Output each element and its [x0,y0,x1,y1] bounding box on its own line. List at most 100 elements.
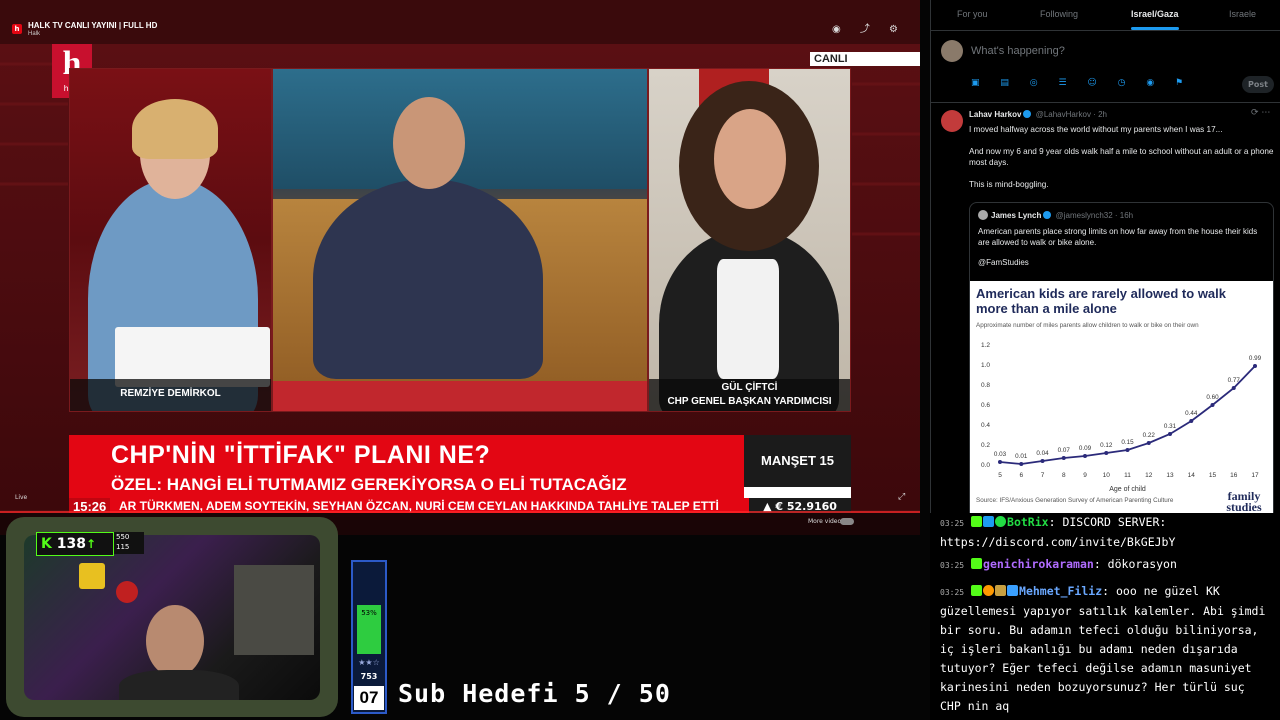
tweet-author-name[interactable]: Lahav Harkov [969,110,1021,119]
player-top-icons[interactable]: ◉ ⤴ ⚙ [832,20,906,35]
tweet-author-avatar[interactable] [941,110,963,132]
twitter-tabs: For you Following Israel/Gaza Israele [931,0,1280,31]
host-name-tag: REMZİYE DEMİRKOL [70,379,271,411]
guest-name: GÜL ÇİFTCİ [721,382,778,393]
data-label: 0.44 [1185,410,1198,417]
tweet-header: Lahav Harkov @LahavHarkov · 2h [969,110,1107,119]
meter-percent: 53% [361,609,377,617]
tab-israele[interactable]: Israele [1229,9,1256,19]
speaker-video-panel [272,68,648,412]
chart-title: American kids are rarely allowed to walk… [976,286,1227,316]
data-label: 0.07 [1058,447,1071,454]
chat-text: dökorasyon [1107,557,1177,571]
twitter-panel: For you Following Israel/Gaza Israele Wh… [930,0,1280,524]
live-indicator[interactable]: Live [15,494,27,501]
quote-author-avatar [978,210,988,220]
chat-message: 03:25 BotRix: DISCORD SERVER: https://di… [940,515,1176,549]
meter-count: 753 [360,672,378,681]
meter-number: 07 [354,686,384,710]
tweet-text: I moved halfway across the world without… [969,124,1274,201]
verified-badge-icon [995,516,1007,527]
y-tick-label: 0.8 [981,382,990,389]
chat-username[interactable]: BotRix [1007,515,1049,529]
channel-logo[interactable]: h [12,24,22,34]
x-axis-label: Age of child [1109,486,1146,493]
quote-line: American parents place strong limits on … [978,227,1258,247]
video-player[interactable]: h HALK TV CANLI YAYINI | FULL HD Halk ◉ … [0,0,920,535]
guest-head [714,109,786,209]
kick-badge-icon [971,516,983,527]
data-label: 0.01 [1015,453,1028,460]
tweet-line: I moved halfway across the world without… [969,125,1223,134]
host-desk-laptop [115,327,270,387]
guest-shirt [717,259,779,379]
host-hair [132,99,218,159]
guest-title: CHP GENEL BAŞKAN YARDIMCISI [667,396,832,407]
quote-text: American parents place strong limits on … [978,226,1263,277]
tweet-line: And now my 6 and 9 year olds walk half a… [969,147,1274,167]
chat-timestamp: 03:25 [940,561,965,570]
data-point [1189,419,1194,423]
chat-text: ooo ne güzel KK güzellemesi yapıyor satı… [940,584,1266,713]
headline-text: CHP'NİN "İTTİFAK" PLANI NE? [111,441,491,469]
star-icons: ★★☆ [358,658,380,667]
y-tick-label: 0.2 [981,442,990,449]
kick-badge-icon [971,585,983,596]
channel-name[interactable]: Halk [28,31,40,37]
chart-image[interactable]: American kids are rarely allowed to walk… [970,281,1273,523]
data-label: 0.09 [1079,445,1092,452]
divider [931,102,1280,103]
chat-message: 03:25 Mehmet_Filiz: ooo ne güzel KK güze… [940,584,1266,713]
video-title[interactable]: HALK TV CANLI YAYINI | FULL HD [28,21,157,30]
lower-third: CHP'NİN "İTTİFAK" PLANI NE? ÖZEL: HANGİ … [69,435,851,515]
tweet-author-handle[interactable]: @LahavHarkov · 2h [1036,110,1107,119]
y-tick-label: 0.6 [981,402,990,409]
data-label: 0.99 [1249,355,1262,362]
mini-stats: 550 115 [114,532,144,554]
kick-logo-icon: K [41,536,52,552]
quoted-tweet[interactable]: James Lynch @jameslynch32 · 16h American… [969,202,1274,524]
kick-viewer-counter: K 138↑ [36,532,114,556]
data-label: 0.60 [1206,394,1219,401]
data-label: 0.22 [1143,432,1156,439]
x-tick-label: 14 [1188,472,1196,479]
sub-meter: 53% ★★☆ 753 07 [351,560,387,714]
data-point [1104,451,1109,455]
chat-username[interactable]: Mehmet_Filiz [1019,584,1102,598]
chat-message: 03:25 genichirokaraman: dökorasyon [940,557,1177,571]
data-label: 0.31 [1164,423,1177,430]
user-avatar[interactable] [941,40,963,62]
fullscreen-icon[interactable]: ⤢ [898,492,905,502]
tweet-line: This is mind-boggling. [969,180,1049,189]
compose-toolbar-icons[interactable]: ▣ ▤ ◎ ☰ ☺ ◷ ◉ ⚑ [971,78,1192,88]
x-tick-label: 10 [1103,472,1111,479]
y-tick-label: 1.0 [981,362,990,369]
verified-badge-icon [1043,211,1052,219]
subheadline-text: ÖZEL: HANGİ ELİ TUTMAMIZ GEREKİYORSA O E… [111,475,627,494]
chart-source: Source: IFS/Anxious Generation Survey of… [976,497,1174,504]
compose-input[interactable]: What's happening? [971,45,1065,57]
refresh-icon[interactable]: ⟳ ⋯ [1251,108,1270,118]
more-videos-toggle[interactable] [840,518,854,525]
y-tick-label: 0.0 [981,462,990,469]
post-button[interactable]: Post [1242,76,1274,93]
tab-for-you[interactable]: For you [957,9,988,19]
x-tick-label: 8 [1062,472,1066,479]
kick-count: 138 [56,536,86,552]
diamond-badge-icon [1007,585,1019,596]
data-point [1083,454,1087,458]
streamer-body [119,670,239,700]
chart-subtitle: Approximate number of miles parents allo… [976,322,1199,329]
data-point [1253,364,1257,368]
arrow-up-icon: ↑ [85,537,97,551]
chat-username[interactable]: genichirokaraman [983,557,1094,571]
live-badge: CANLI [810,52,920,66]
tab-israel-gaza[interactable]: Israel/Gaza [1131,9,1179,19]
family-studies-logo: family studies [1226,489,1262,514]
bot-badge-icon [983,516,995,527]
guest-name-tag: GÜL ÇİFTCİ CHP GENEL BAŞKAN YARDIMCISI [649,379,850,411]
streamer-head [146,605,204,677]
x-tick-label: 15 [1209,472,1217,479]
tab-following[interactable]: Following [1040,9,1078,19]
speaker-figure [313,179,543,379]
